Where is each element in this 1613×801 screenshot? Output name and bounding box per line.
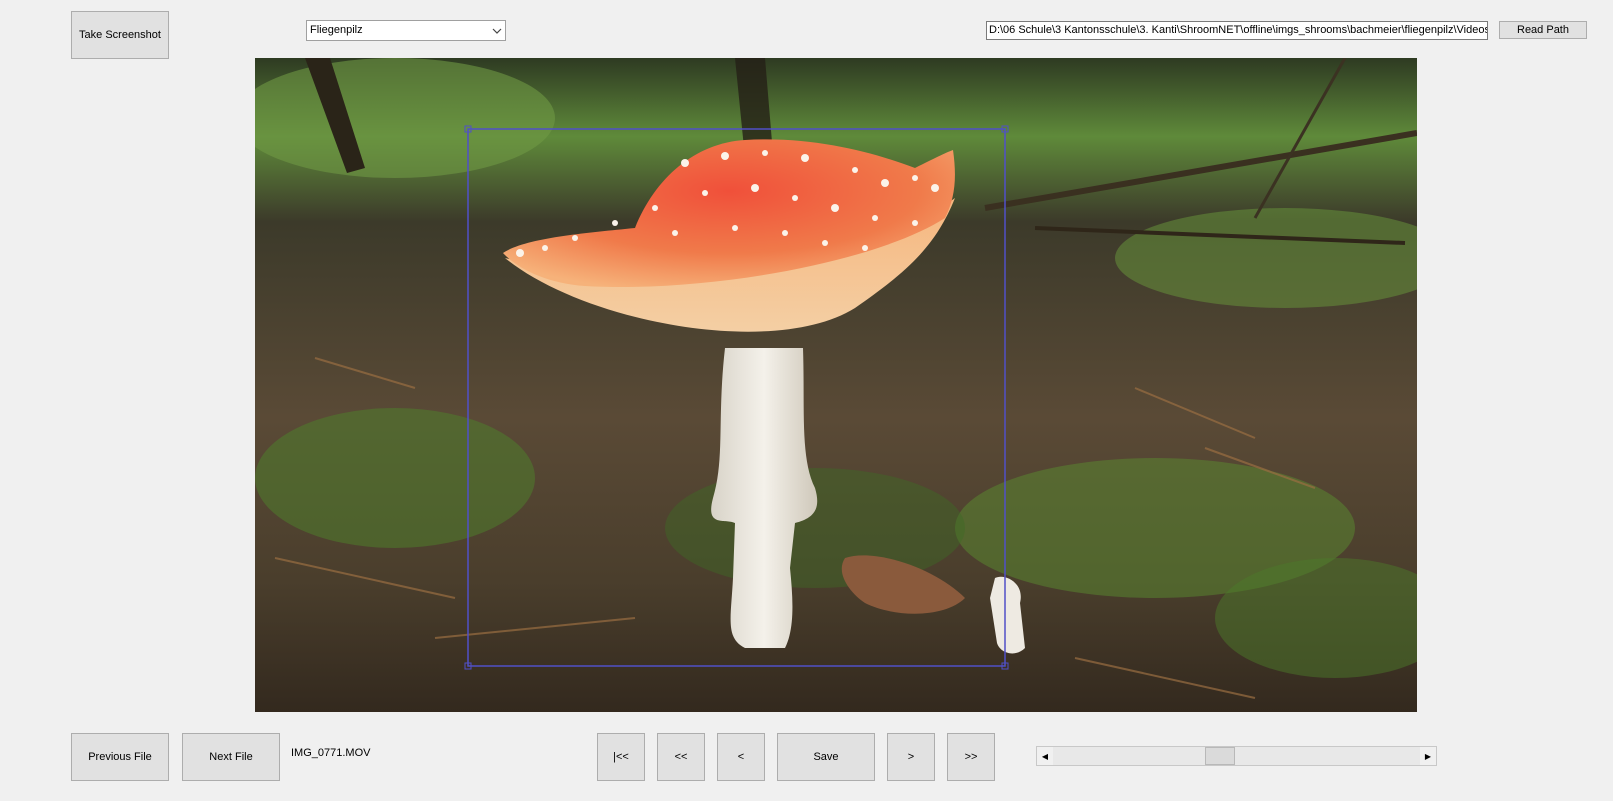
save-button[interactable]: Save — [777, 733, 875, 781]
triangle-right-icon[interactable]: ▶ — [1420, 747, 1436, 765]
frame-image — [255, 58, 1417, 712]
timeline-scroll-thumb[interactable] — [1204, 747, 1235, 765]
video-frame-viewer[interactable] — [255, 58, 1417, 712]
previous-file-button[interactable]: Previous File — [71, 733, 169, 781]
current-file-label: IMG_0771.MOV — [291, 747, 371, 759]
triangle-left-icon[interactable]: ◀ — [1037, 747, 1053, 765]
class-select-value: Fliegenpilz — [310, 24, 363, 36]
first-frame-button[interactable]: |<< — [597, 733, 645, 781]
next-file-button[interactable]: Next File — [182, 733, 280, 781]
forward-fast-button[interactable]: >> — [947, 733, 995, 781]
path-input[interactable]: D:\06 Schule\3 Kantonsschule\3. Kanti\Sh… — [986, 21, 1488, 40]
timeline-scrollbar[interactable]: ◀ ▶ — [1036, 746, 1437, 766]
chevron-down-icon[interactable] — [488, 21, 505, 40]
read-path-button[interactable]: Read Path — [1499, 21, 1587, 39]
back-fast-button[interactable]: << — [657, 733, 705, 781]
forward-button[interactable]: > — [887, 733, 935, 781]
take-screenshot-button[interactable]: Take Screenshot — [71, 11, 169, 59]
class-select[interactable]: Fliegenpilz — [306, 20, 506, 41]
back-button[interactable]: < — [717, 733, 765, 781]
